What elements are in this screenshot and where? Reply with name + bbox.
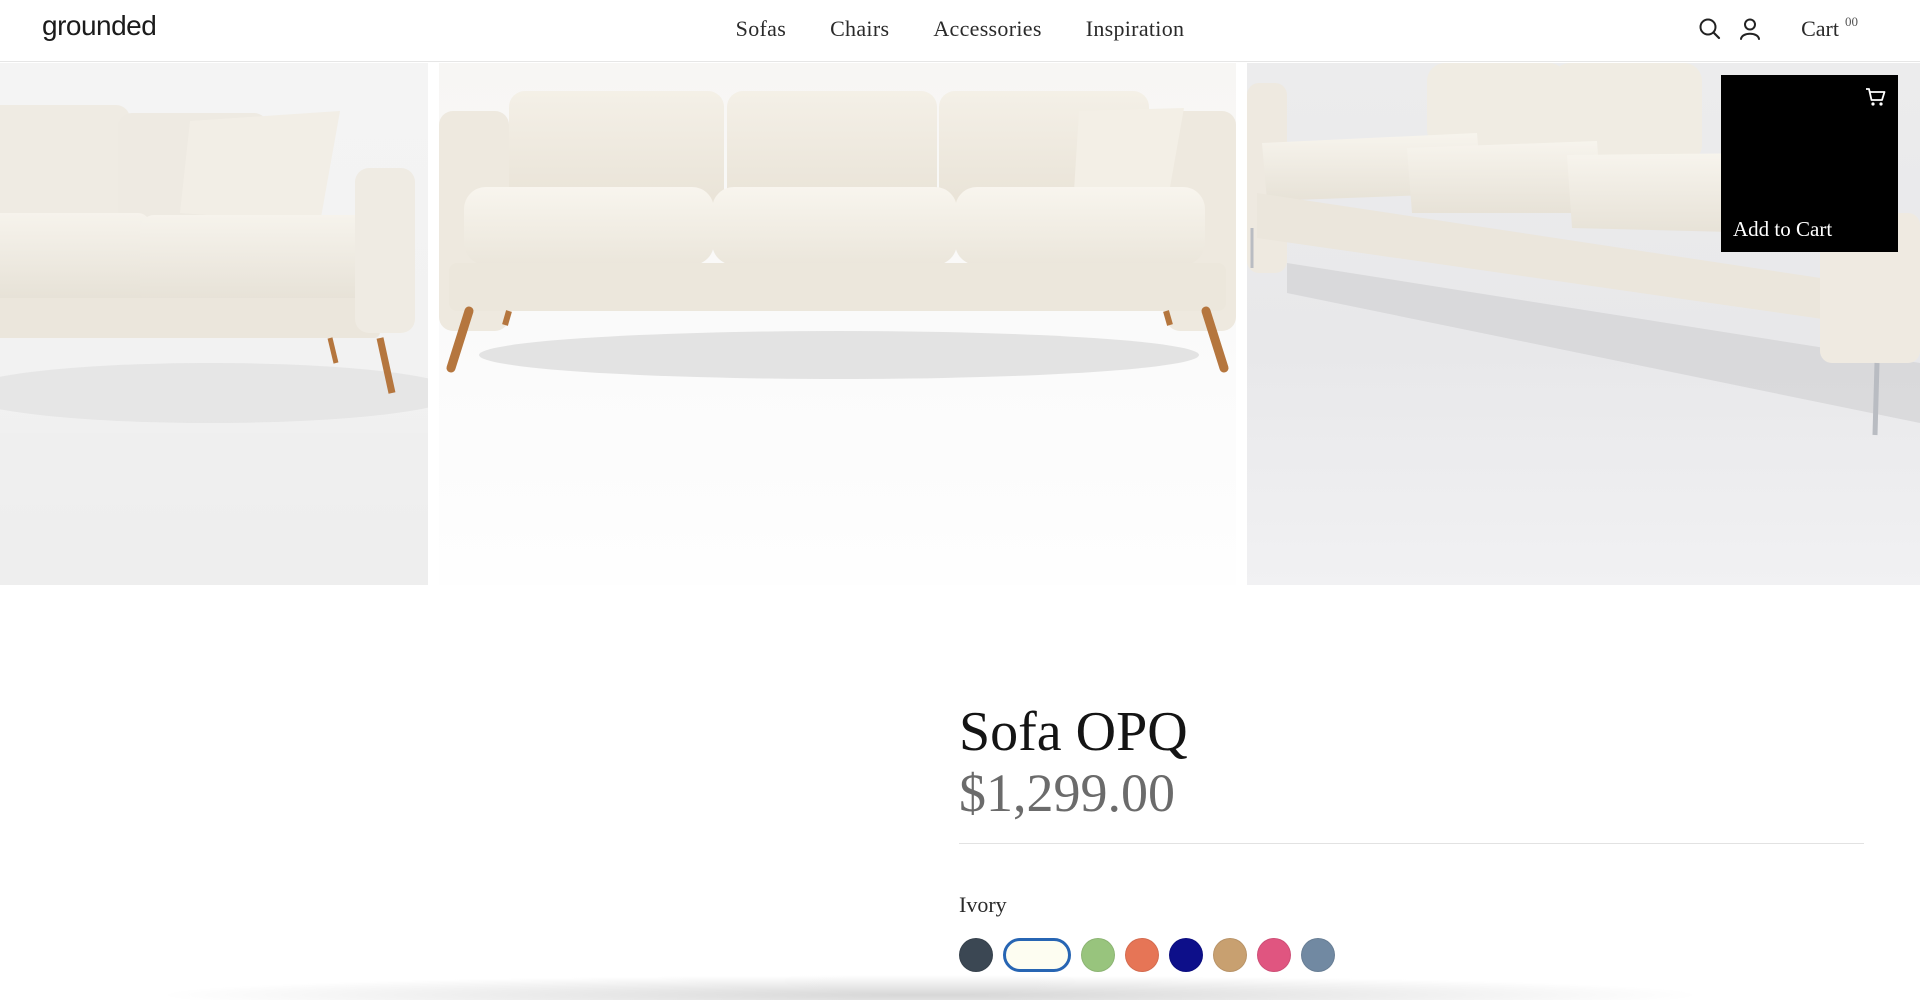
color-swatch[interactable] <box>959 938 993 972</box>
brand-logo[interactable]: grounded <box>42 10 157 42</box>
color-swatch[interactable] <box>1301 938 1335 972</box>
sofa-front-view-image[interactable] <box>439 63 1236 585</box>
color-swatch[interactable] <box>1213 938 1247 972</box>
color-swatch[interactable] <box>1257 938 1291 972</box>
cart-count: 00 <box>1845 14 1858 29</box>
header-actions: Cart 00 <box>1697 14 1858 42</box>
nav-item-accessories[interactable]: Accessories <box>933 16 1041 42</box>
color-swatch[interactable] <box>1081 938 1115 972</box>
user-icon[interactable] <box>1737 16 1763 42</box>
divider <box>959 843 1864 844</box>
color-swatch[interactable] <box>1003 938 1071 972</box>
color-swatch[interactable] <box>1125 938 1159 972</box>
add-to-cart-label: Add to Cart <box>1733 217 1833 241</box>
product-title: Sofa OPQ <box>959 701 1188 763</box>
product-gallery <box>0 63 1920 585</box>
search-icon[interactable] <box>1697 16 1723 42</box>
nav-item-sofas[interactable]: Sofas <box>736 16 786 42</box>
cart-link[interactable]: Cart 00 <box>1801 14 1858 42</box>
nav-item-inspiration[interactable]: Inspiration <box>1086 16 1185 42</box>
color-swatch[interactable] <box>1169 938 1203 972</box>
bottom-shadow <box>150 975 1710 1000</box>
nav-item-chairs[interactable]: Chairs <box>830 16 889 42</box>
color-swatches <box>959 938 1335 972</box>
main-nav: Sofas Chairs Accessories Inspiration <box>0 16 1920 42</box>
site-header: grounded Sofas Chairs Accessories Inspir… <box>0 0 1920 62</box>
cart-icon <box>1864 85 1888 109</box>
cart-label: Cart <box>1801 16 1839 41</box>
product-price: $1,299.00 <box>959 763 1175 823</box>
sofa-side-view-image[interactable] <box>0 63 428 585</box>
add-to-cart-button[interactable]: Add to Cart <box>1721 75 1898 252</box>
selected-color-label: Ivory <box>959 892 1007 917</box>
